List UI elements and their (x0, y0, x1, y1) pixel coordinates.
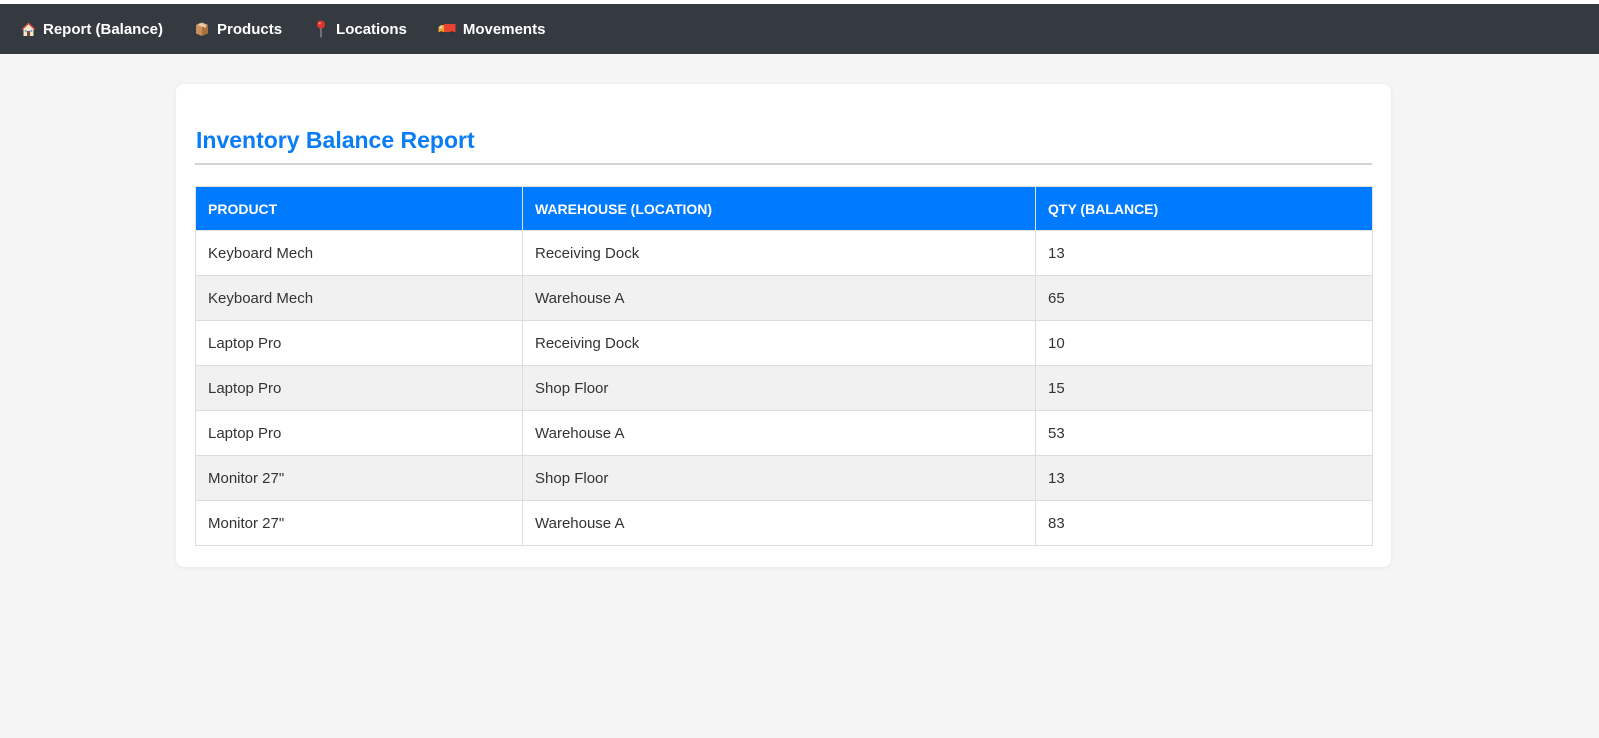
cell-qty: 13 (1035, 230, 1373, 276)
page-title: Inventory Balance Report (196, 127, 475, 153)
cell-warehouse: Warehouse A (522, 275, 1036, 321)
table-row: Keyboard Mech Warehouse A 65 (195, 275, 1373, 321)
table-row: Laptop Pro Shop Floor 15 (195, 365, 1373, 411)
cell-qty: 83 (1035, 500, 1373, 546)
top-navbar: Report (Balance) Products Locations Move… (0, 4, 1599, 54)
cell-warehouse: Shop Floor (522, 365, 1036, 411)
cell-product: Monitor 27" (195, 500, 523, 546)
cell-product: Laptop Pro (195, 320, 523, 366)
cell-qty: 13 (1035, 455, 1373, 501)
pushpin-icon (313, 20, 329, 38)
inventory-balance-table: PRODUCT WAREHOUSE (LOCATION) QTY (BALANC… (195, 186, 1373, 546)
cell-warehouse: Shop Floor (522, 455, 1036, 501)
nav-report-balance-label: Report (Balance) (43, 20, 164, 38)
cell-product: Laptop Pro (195, 365, 523, 411)
table-row: Keyboard Mech Receiving Dock 13 (195, 230, 1373, 276)
column-header-qty: QTY (BALANCE) (1035, 186, 1373, 231)
cell-qty: 15 (1035, 365, 1373, 411)
report-card: Inventory Balance Report PRODUCT WAREHOU… (176, 84, 1391, 567)
column-header-warehouse: WAREHOUSE (LOCATION) (522, 186, 1036, 231)
nav-movements[interactable]: Movements (438, 20, 546, 38)
nav-report-balance[interactable]: Report (Balance) (20, 20, 163, 38)
cell-product: Keyboard Mech (195, 230, 523, 276)
title-divider (195, 163, 1372, 165)
cell-qty: 10 (1035, 320, 1373, 366)
table-row: Monitor 27" Shop Floor 13 (195, 455, 1373, 501)
house-icon (20, 20, 36, 38)
table-row: Laptop Pro Receiving Dock 10 (195, 320, 1373, 366)
column-header-product: PRODUCT (195, 186, 523, 231)
nav-locations-label: Locations (336, 20, 407, 38)
package-icon (194, 20, 210, 38)
cell-warehouse: Receiving Dock (522, 230, 1036, 276)
cell-product: Monitor 27" (195, 455, 523, 501)
truck-icon (438, 20, 456, 38)
nav-movements-label: Movements (462, 20, 546, 38)
nav-locations[interactable]: Locations (313, 20, 407, 38)
cell-qty: 65 (1035, 275, 1373, 321)
table-row: Laptop Pro Warehouse A 53 (195, 410, 1373, 456)
cell-warehouse: Receiving Dock (522, 320, 1036, 366)
cell-warehouse: Warehouse A (522, 500, 1036, 546)
cell-product: Keyboard Mech (195, 275, 523, 321)
cell-product: Laptop Pro (195, 410, 523, 456)
cell-qty: 53 (1035, 410, 1373, 456)
nav-products-label: Products (217, 20, 283, 38)
table-header-row: PRODUCT WAREHOUSE (LOCATION) QTY (BALANC… (195, 186, 1373, 231)
nav-products[interactable]: Products (194, 20, 282, 38)
table-row: Monitor 27" Warehouse A 83 (195, 500, 1373, 546)
cell-warehouse: Warehouse A (522, 410, 1036, 456)
